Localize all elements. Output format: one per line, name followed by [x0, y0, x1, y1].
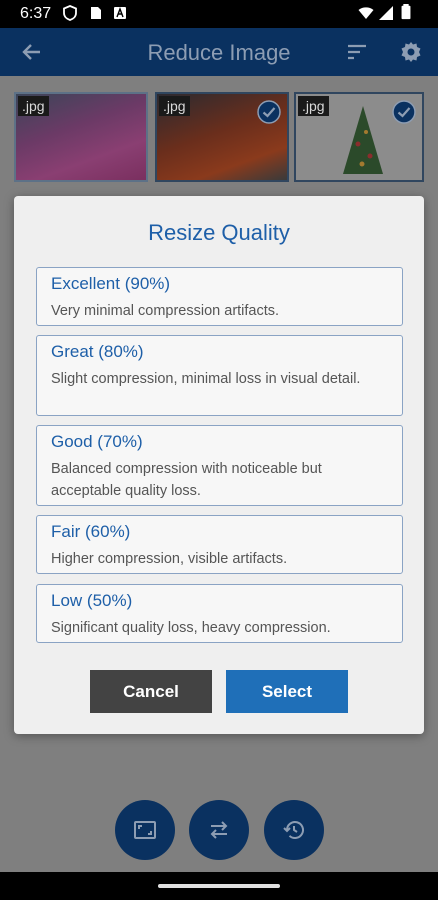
option-description: Significant quality loss, heavy compress…	[51, 620, 331, 636]
status-time: 6:37	[20, 5, 52, 22]
app-title: Reduce Image	[147, 40, 291, 65]
home-gesture-handle[interactable]	[158, 884, 280, 888]
quality-option-excellent[interactable]: Excellent (90%) Very minimal compression…	[36, 267, 403, 326]
option-label: Great (80%)	[51, 342, 144, 361]
quality-option-great[interactable]: Great (80%) Slight compression, minimal …	[36, 335, 403, 416]
battery-icon	[401, 4, 411, 20]
swap-button[interactable]	[189, 800, 249, 860]
file-icon	[91, 7, 101, 19]
option-description: Balanced compression with noticeable but…	[51, 461, 322, 499]
status-bar: 6:37	[0, 0, 438, 28]
option-label: Excellent (90%)	[51, 274, 171, 293]
quality-option-good[interactable]: Good (70%) Balanced compression with not…	[36, 425, 403, 506]
cancel-button[interactable]: Cancel	[90, 670, 212, 713]
settings-icon[interactable]	[399, 40, 423, 64]
image-thumbnail[interactable]: .jpg	[155, 92, 289, 182]
select-button[interactable]: Select	[226, 670, 348, 713]
file-extension-badge: .jpg	[159, 96, 190, 116]
option-description: Very minimal compression artifacts.	[51, 303, 280, 319]
option-label: Low (50%)	[51, 591, 133, 610]
image-thumbnail[interactable]: .jpg	[294, 92, 424, 182]
check-icon	[257, 100, 281, 124]
history-button[interactable]	[264, 800, 324, 860]
resize-icon	[134, 821, 156, 839]
shield-icon	[63, 5, 77, 21]
check-icon	[392, 100, 416, 124]
image-thumbnail[interactable]: .jpg	[14, 92, 148, 182]
signal-icon	[379, 6, 393, 20]
app-bar: Reduce Image	[0, 28, 438, 76]
navigation-bar	[0, 872, 438, 900]
option-description: Higher compression, visible artifacts.	[51, 551, 288, 567]
resize-button[interactable]	[115, 800, 175, 860]
option-label: Good (70%)	[51, 432, 143, 451]
swap-icon	[210, 821, 228, 839]
quality-option-fair[interactable]: Fair (60%) Higher compression, visible a…	[36, 515, 403, 574]
quality-option-low[interactable]: Low (50%) Significant quality loss, heav…	[36, 584, 403, 643]
dialog-title: Resize Quality	[148, 220, 290, 245]
sort-icon[interactable]	[345, 40, 369, 64]
resize-quality-dialog: Resize Quality Excellent (90%) Very mini…	[14, 196, 424, 734]
app-screen: Reduce Image .jpg .jpg .jpg Resize Quali…	[0, 28, 438, 872]
notification-a-icon	[114, 7, 126, 19]
wifi-icon	[358, 7, 374, 19]
option-label: Fair (60%)	[51, 522, 131, 541]
file-extension-badge: .jpg	[18, 96, 49, 116]
christmas-tree-image	[343, 106, 383, 174]
file-extension-badge: .jpg	[298, 96, 329, 116]
history-icon	[283, 821, 304, 839]
option-description: Slight compression, minimal loss in visu…	[51, 371, 361, 387]
